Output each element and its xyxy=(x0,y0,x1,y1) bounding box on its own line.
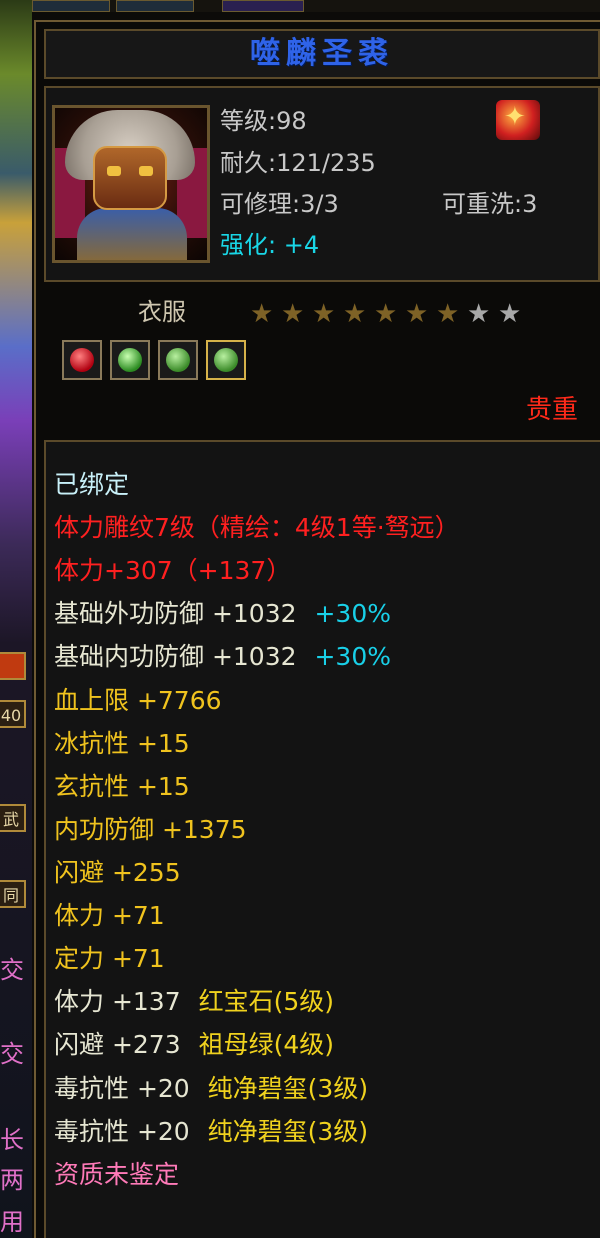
tourmaline-gem-icon[interactable] xyxy=(158,340,198,380)
star-icon: ★ xyxy=(498,299,522,329)
item-rewash: 可重洗:3 xyxy=(442,190,538,218)
ext-defense-line: 基础外功防御 +1032 +30% xyxy=(54,596,391,632)
side-glyph-1[interactable]: 交 xyxy=(0,956,24,984)
side-tab-2[interactable]: 同 xyxy=(0,880,26,908)
mystic-res-line: 玄抗性 +15 xyxy=(54,772,190,801)
side-glyph-3[interactable]: 长 xyxy=(0,1126,24,1154)
gem-stat-1-value: 体力 +137 xyxy=(54,987,181,1016)
bound-status: 已绑定 xyxy=(54,470,130,499)
gem-stat-3-value: 毒抗性 +20 xyxy=(54,1074,190,1103)
item-level: 等级:98 xyxy=(220,107,307,135)
hp-line: 血上限 +7766 xyxy=(54,686,222,715)
aptitude-line: 资质未鉴定 xyxy=(54,1160,180,1189)
side-tab-1[interactable]: 武 xyxy=(0,804,26,832)
ext-defense-label: 基础外功防御 +1032 xyxy=(54,599,297,628)
inner-def-line: 内功防御 +1375 xyxy=(54,815,247,844)
game-world-background: 40 武 同 交 交 长 两 用 xyxy=(0,0,32,1238)
tourmaline-gem-icon[interactable] xyxy=(206,340,246,380)
robe xyxy=(77,208,187,260)
dodge-line: 闪避 +255 xyxy=(54,858,181,887)
ice-res-line: 冰抗性 +15 xyxy=(54,729,190,758)
star-icon: ★ xyxy=(467,299,491,329)
fire-emblem-icon: ✦ xyxy=(496,100,540,140)
gem-stat-2-value: 闪避 +273 xyxy=(54,1030,181,1059)
gem-stat-4-value: 毒抗性 +20 xyxy=(54,1117,190,1146)
toolbar-slot[interactable] xyxy=(116,0,194,12)
int-defense-line: 基础内功防御 +1032 +30% xyxy=(54,639,391,675)
star-icon: ★ xyxy=(281,299,305,329)
focus-line: 定力 +71 xyxy=(54,944,165,973)
toolbar-slot[interactable] xyxy=(222,0,304,12)
ext-defense-bonus: +30% xyxy=(314,599,391,628)
gem-stat-3-source: 纯净碧玺(3级) xyxy=(207,1074,369,1103)
gem-stat-2: 闪避 +273 祖母绿(4级) xyxy=(54,1027,334,1063)
emerald-gem-icon[interactable] xyxy=(110,340,150,380)
ruby-gem-icon[interactable] xyxy=(62,340,102,380)
gem-stat-1-source: 红宝石(5级) xyxy=(198,987,334,1016)
rarity-label: 贵重 xyxy=(526,395,579,425)
item-repair: 可修理:3/3 xyxy=(220,190,339,218)
star-icon: ★ xyxy=(312,299,336,329)
star-icon: ★ xyxy=(374,299,398,329)
item-durability: 耐久:121/235 xyxy=(220,149,376,177)
side-glyph-5[interactable]: 用 xyxy=(0,1208,24,1236)
item-name: 噬麟圣裘 xyxy=(250,36,394,71)
gem-stat-2-source: 祖母绿(4级) xyxy=(198,1030,334,1059)
gem-stat-4-source: 纯净碧玺(3级) xyxy=(207,1117,369,1146)
star-icon: ★ xyxy=(405,299,429,329)
star-icon: ★ xyxy=(250,299,274,329)
item-type: 衣服 xyxy=(138,298,186,326)
int-defense-label: 基础内功防御 +1032 xyxy=(54,642,297,671)
star-icon: ★ xyxy=(436,299,460,329)
mask xyxy=(93,146,167,210)
vitality-total: 体力+307（+137） xyxy=(54,556,292,585)
star-icon: ★ xyxy=(343,299,367,329)
engrave-line: 体力雕纹7级（精绘：4级1等·驽远） xyxy=(54,513,460,542)
gem-stat-4: 毒抗性 +20 纯净碧玺(3级) xyxy=(54,1114,368,1150)
item-title-bar: 噬麟圣裘 xyxy=(44,29,600,79)
side-count: 40 xyxy=(0,700,26,728)
gem-stat-1: 体力 +137 红宝石(5级) xyxy=(54,984,334,1020)
top-toolbar xyxy=(32,0,600,12)
side-glyph-4[interactable]: 两 xyxy=(0,1166,24,1194)
toolbar-slot[interactable] xyxy=(32,0,110,12)
mask-eye xyxy=(107,166,121,176)
item-portrait-icon xyxy=(52,105,210,263)
gem-stat-3: 毒抗性 +20 纯净碧玺(3级) xyxy=(54,1071,368,1107)
int-defense-bonus: +30% xyxy=(314,642,391,671)
mask-eye xyxy=(139,166,153,176)
side-glyph-2[interactable]: 交 xyxy=(0,1040,24,1068)
vitality-line: 体力 +71 xyxy=(54,901,165,930)
fire-skill-icon[interactable] xyxy=(0,652,26,680)
item-enhance: 强化: +4 xyxy=(220,231,320,259)
